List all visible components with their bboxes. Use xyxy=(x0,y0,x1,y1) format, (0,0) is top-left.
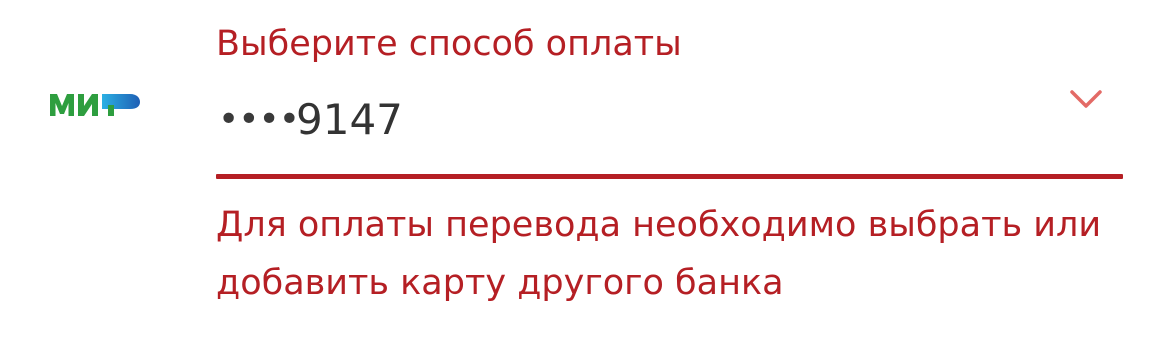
field-label: Выберите способ оплаты xyxy=(216,24,682,64)
card-select-field: Выберите способ оплаты •••• 9147 Для опл… xyxy=(216,0,1124,357)
error-message-line-1: Для оплаты перевода необходимо выбрать и… xyxy=(216,205,1102,245)
card-last-four: 9147 xyxy=(296,95,403,144)
field-underline-error xyxy=(216,174,1123,179)
error-message-line-2: добавить карту другого банка xyxy=(216,263,784,303)
payment-method-selector: Выберите способ оплаты •••• 9147 Для опл… xyxy=(0,0,1170,357)
error-message: Для оплаты перевода необходимо выбрать и… xyxy=(216,196,1124,312)
mir-logo-icon xyxy=(50,88,142,122)
card-select-dropdown[interactable]: •••• 9147 xyxy=(216,88,1124,152)
card-number-mask: •••• xyxy=(218,99,300,140)
chevron-down-icon[interactable] xyxy=(1068,88,1104,112)
